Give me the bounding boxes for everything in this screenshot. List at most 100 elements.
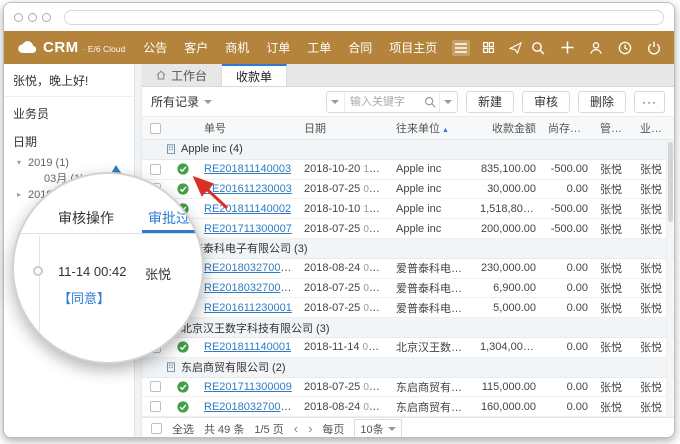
building-icon <box>166 144 176 154</box>
party-name: Apple inc <box>390 203 474 215</box>
header-menu: 公告客户商机订单工单合同项目主页 <box>143 39 437 56</box>
search-icon[interactable] <box>530 40 546 56</box>
prev-page-button[interactable]: ‹ <box>294 424 298 434</box>
menu-item-商机[interactable]: 商机 <box>225 39 249 56</box>
receipt-time: 08:51 <box>363 302 388 314</box>
toolbar: 所有记录 新建 审核 删除 ··· <box>142 87 674 117</box>
search-scope-dropdown[interactable] <box>327 92 345 112</box>
receipt-time: 08:51 <box>363 223 388 235</box>
row-checkbox[interactable] <box>150 381 161 392</box>
table-row[interactable]: RE2018032700012018-07-25 08:51爱普泰科电子有限公司… <box>142 279 674 299</box>
column-header-2[interactable]: 日期 <box>298 120 390 136</box>
group-row[interactable]: 爱普泰科电子有限公司 (3) <box>142 239 674 259</box>
column-header-5[interactable]: 尚存资金 <box>542 120 594 136</box>
clock-icon[interactable] <box>617 40 633 56</box>
column-header-3[interactable]: 往来单位▲ <box>390 120 474 136</box>
search-submit-icon[interactable] <box>421 92 439 112</box>
per-page-dropdown[interactable]: 10条 <box>354 419 401 439</box>
receipt-link[interactable]: RE201611230001 <box>204 302 292 314</box>
group-row[interactable]: 东启商贸有限公司 (2) <box>142 358 674 378</box>
table-scrollbar[interactable] <box>666 140 673 417</box>
column-header-1[interactable]: 单号 <box>198 120 298 136</box>
user-icon[interactable] <box>588 40 604 56</box>
menu-item-公告[interactable]: 公告 <box>143 39 167 56</box>
table-row[interactable]: RE2016112300012018-07-25 08:51爱普泰科电子有限公司… <box>142 298 674 318</box>
table-footer: 全选 共 49 条 1/5 页 ‹ › 每页 10条 <box>142 417 674 438</box>
receipt-link[interactable]: RE201803270002 <box>204 262 293 274</box>
search-input[interactable] <box>345 96 421 108</box>
approval-zoom-callout: 审核操作 审批过 11-14 00:42 张悦 【同意】 <box>12 172 204 364</box>
receipt-link[interactable]: RE201711300007 <box>204 223 292 235</box>
group-row[interactable]: 北京汉王数字科技有限公司 (3) <box>142 318 674 338</box>
delete-button[interactable]: 删除 <box>578 91 626 113</box>
timeline-line <box>39 236 40 331</box>
receipt-link[interactable]: RE201811140001 <box>204 341 291 353</box>
window-close-button[interactable] <box>14 13 23 22</box>
tab-workbench[interactable]: 工作台 <box>142 64 222 86</box>
window-minimize-button[interactable] <box>28 13 37 22</box>
menu-item-客户[interactable]: 客户 <box>184 39 208 56</box>
receipt-link[interactable]: RE201711300009 <box>204 381 292 393</box>
receipt-amount: 1,518,800.00 <box>474 203 542 215</box>
grid-icon[interactable] <box>479 40 497 56</box>
send-icon[interactable] <box>506 40 524 56</box>
table-row[interactable]: RE2017113000092018-07-25 08:51东启商贸有限公司11… <box>142 378 674 398</box>
group-row[interactable]: Apple inc (4) <box>142 140 674 160</box>
per-page-value: 10条 <box>360 421 383 437</box>
column-header-4[interactable]: 收款金额 <box>474 120 542 136</box>
receipt-date: 2018-07-25 08:51 <box>298 183 390 195</box>
receipt-link[interactable]: RE201803270003 <box>204 401 293 413</box>
column-header-6[interactable]: 管理人 <box>594 120 634 136</box>
page-indicator: 1/5 页 <box>254 421 283 437</box>
view-switcher <box>452 40 524 56</box>
menu-item-合同[interactable]: 合同 <box>348 39 372 56</box>
search-options-dropdown[interactable] <box>439 92 457 112</box>
row-checkbox[interactable] <box>150 401 161 412</box>
menu-item-项目主页[interactable]: 项目主页 <box>389 39 437 56</box>
audit-button[interactable]: 审核 <box>522 91 570 113</box>
power-icon[interactable] <box>646 40 662 56</box>
menu-item-工单[interactable]: 工单 <box>307 39 331 56</box>
records-filter-dropdown[interactable]: 所有记录 <box>151 93 212 110</box>
receipt-link[interactable]: RE201803270001 <box>204 282 293 294</box>
column-header-7[interactable]: 业务员 <box>634 120 674 136</box>
receipt-time: 14:40 <box>363 163 388 175</box>
receipt-time: 08:51 <box>363 282 388 294</box>
tree-toggle-icon[interactable]: ▾ <box>17 157 25 169</box>
menu-item-订单[interactable]: 订单 <box>266 39 290 56</box>
tab-receipts[interactable]: 收款单 <box>222 64 287 86</box>
select-all-label[interactable]: 全选 <box>172 421 194 437</box>
manager-name: 张悦 <box>594 201 634 217</box>
row-checkbox[interactable] <box>150 164 161 175</box>
receipt-date: 2018-07-25 08:51 <box>298 381 390 393</box>
next-page-button[interactable]: › <box>308 424 312 434</box>
plus-icon[interactable] <box>559 40 575 56</box>
receipt-amount: 115,000.00 <box>474 381 542 393</box>
receipt-amount: 200,000.00 <box>474 223 542 235</box>
scrollbar-thumb[interactable] <box>668 142 673 222</box>
remaining-amount: 0.00 <box>542 183 594 195</box>
tree-toggle-icon[interactable]: ▸ <box>17 189 25 201</box>
table-row[interactable]: RE2017113000072018-07-25 08:51Apple inc2… <box>142 219 674 239</box>
home-icon <box>156 70 166 80</box>
sidebar-section-date[interactable]: 日期 <box>4 125 134 153</box>
select-all-checkbox[interactable] <box>150 123 161 134</box>
approval-result: 【同意】 <box>58 288 110 307</box>
table-row[interactable]: RE2018111400012018-11-14 00:11北京汉王数字科技有限… <box>142 338 674 358</box>
address-bar[interactable] <box>64 10 664 25</box>
callout-tab-audit-log[interactable]: 审核操作 <box>58 208 114 228</box>
annotation-arrow-icon <box>183 168 235 214</box>
window-maximize-button[interactable] <box>42 13 51 22</box>
more-button[interactable]: ··· <box>634 91 665 113</box>
sidebar-section-salesman[interactable]: 业务员 <box>4 97 134 125</box>
footer-select-all-checkbox[interactable] <box>151 423 162 434</box>
list-icon[interactable] <box>452 40 470 56</box>
tree-label: 2019 (1) <box>28 157 69 169</box>
table-row[interactable]: RE2018032700032018-08-24 08:51东启商贸有限公司16… <box>142 397 674 417</box>
manager-name: 张悦 <box>594 161 634 177</box>
receipt-amount: 30,000.00 <box>474 183 542 195</box>
new-button[interactable]: 新建 <box>466 91 514 113</box>
receipt-date: 2018-07-25 08:51 <box>298 302 390 314</box>
table-row[interactable]: RE2018032700022018-08-24 08:51爱普泰科电子有限公司… <box>142 259 674 279</box>
manager-name: 张悦 <box>594 339 634 355</box>
